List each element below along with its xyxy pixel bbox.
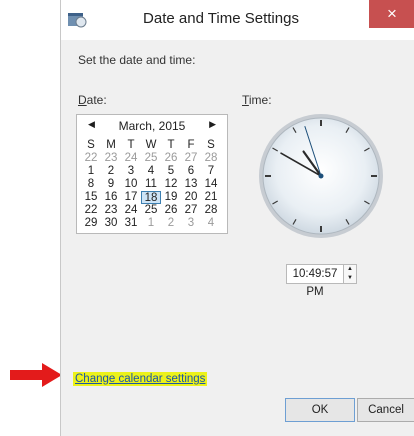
- calendar-day[interactable]: 20: [181, 191, 201, 204]
- calendar-day[interactable]: 2: [161, 217, 181, 230]
- calendar-day[interactable]: 3: [121, 165, 141, 178]
- calendar-control[interactable]: ◀ March, 2015 ▶ S M T W T F S 22 23 24 25 26 27 28 1 2 3…: [76, 114, 228, 234]
- date-label-access-key: D: [78, 93, 87, 107]
- calendar-day[interactable]: 25: [141, 204, 161, 217]
- weekday-header: S: [87, 139, 95, 151]
- next-month-icon[interactable]: ▶: [209, 119, 216, 130]
- calendar-header: ◀ March, 2015 ▶: [77, 119, 227, 135]
- calendar-day[interactable]: 4: [201, 217, 221, 230]
- time-input[interactable]: 10:49:57 PM: [286, 264, 344, 298]
- weekday-header: M: [106, 139, 116, 151]
- calendar-day[interactable]: 1: [81, 165, 101, 178]
- calendar-day[interactable]: 16: [101, 191, 121, 204]
- calendar-day[interactable]: 1: [141, 217, 161, 230]
- calendar-day[interactable]: 4: [141, 165, 161, 178]
- calendar-day[interactable]: 27: [181, 204, 201, 217]
- time-label: Time:: [242, 93, 272, 107]
- close-button[interactable]: ×: [369, 0, 414, 28]
- calendar-day[interactable]: 31: [121, 217, 141, 230]
- calendar-day[interactable]: 9: [101, 178, 121, 191]
- cancel-button[interactable]: Cancel: [357, 398, 414, 422]
- date-label-text: ate:: [86, 93, 107, 107]
- calendar-day[interactable]: 29: [81, 217, 101, 230]
- calendar-day[interactable]: 6: [181, 165, 201, 178]
- calendar-day[interactable]: 11: [141, 178, 161, 191]
- title-bar: Date and Time Settings ×: [61, 0, 414, 40]
- weekday-header: T: [167, 139, 175, 151]
- analog-clock: [259, 114, 383, 238]
- calendar-day[interactable]: 22: [81, 152, 101, 165]
- calendar-day[interactable]: 28: [201, 152, 221, 165]
- calendar-day[interactable]: 24: [121, 152, 141, 165]
- close-icon: ×: [387, 4, 397, 23]
- calendar-day[interactable]: 12: [161, 178, 181, 191]
- calendar-day[interactable]: 3: [181, 217, 201, 230]
- weekday-header: W: [145, 139, 157, 151]
- calendar-day[interactable]: 23: [101, 204, 121, 217]
- date-time-settings-dialog: Date and Time Settings × Set the date an…: [60, 0, 414, 436]
- calendar-day[interactable]: 2: [101, 165, 121, 178]
- change-calendar-settings-link[interactable]: Change calendar settings: [73, 372, 208, 386]
- date-label: Date:: [78, 93, 107, 107]
- spin-up-icon[interactable]: ▲: [344, 265, 356, 274]
- calendar-day[interactable]: 27: [181, 152, 201, 165]
- calendar-day[interactable]: 30: [101, 217, 121, 230]
- calendar-day-selected[interactable]: 18: [141, 191, 161, 204]
- calendar-day[interactable]: 23: [101, 152, 121, 165]
- calendar-day[interactable]: 24: [121, 204, 141, 217]
- weekday-header: S: [207, 139, 215, 151]
- calendar-day[interactable]: 22: [81, 204, 101, 217]
- weekday-header: F: [187, 139, 195, 151]
- arrow-right-icon: [10, 363, 62, 387]
- calendar-day[interactable]: 10: [121, 178, 141, 191]
- calendar-day[interactable]: 5: [161, 165, 181, 178]
- calendar-day[interactable]: 26: [161, 204, 181, 217]
- calendar-day[interactable]: 15: [81, 191, 101, 204]
- calendar-month-title[interactable]: March, 2015: [77, 119, 227, 133]
- calendar-grid: S M T W T F S 22 23 24 25 26 27 28 1 2 3 4 5 6 7 8 9 10 11 12 13 14…: [81, 139, 223, 230]
- calendar-day[interactable]: 28: [201, 204, 221, 217]
- calendar-day[interactable]: 17: [121, 191, 141, 204]
- calendar-day[interactable]: 14: [201, 178, 221, 191]
- time-label-text: ime:: [248, 93, 272, 107]
- calendar-day[interactable]: 25: [141, 152, 161, 165]
- time-label-access-key: T: [242, 93, 249, 107]
- spin-down-icon[interactable]: ▼: [344, 274, 356, 283]
- calendar-day[interactable]: 13: [181, 178, 201, 191]
- calendar-day[interactable]: 8: [81, 178, 101, 191]
- instruction-text: Set the date and time:: [78, 53, 196, 67]
- time-spinner[interactable]: ▲ ▼: [343, 264, 357, 284]
- calendar-day[interactable]: 7: [201, 165, 221, 178]
- ok-button[interactable]: OK: [285, 398, 355, 422]
- weekday-header: T: [127, 139, 135, 151]
- window-title: Date and Time Settings: [143, 10, 299, 27]
- clock-center: [318, 173, 324, 179]
- calendar-day[interactable]: 21: [201, 191, 221, 204]
- calendar-day[interactable]: 26: [161, 152, 181, 165]
- calendar-day[interactable]: 19: [161, 191, 181, 204]
